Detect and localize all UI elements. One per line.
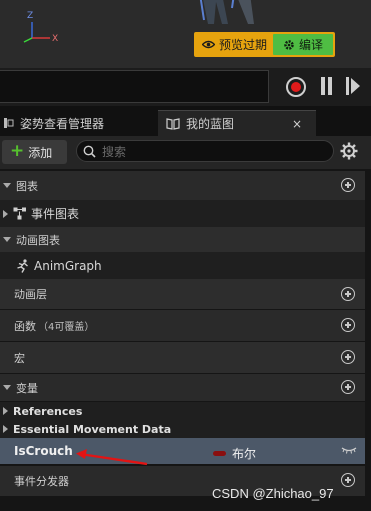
record-button[interactable] [286, 77, 306, 97]
category-anim-graphs[interactable]: 动画图表 [0, 227, 365, 252]
category-variables[interactable]: 变量 [0, 374, 365, 401]
animation-viewport[interactable]: Z X 预览过期 编译 [0, 0, 371, 68]
eye-closed-icon[interactable] [341, 446, 357, 454]
eye-icon [202, 40, 215, 49]
tab-my-blueprint-label: 我的蓝图 [186, 117, 235, 131]
category-functions-label: 函数 [14, 319, 36, 333]
watermark: CSDN @Zhichao_97 [212, 486, 334, 501]
tab-pose-manager[interactable]: 姿势查看管理器 [0, 110, 156, 136]
collapse-arrow-icon[interactable] [3, 183, 11, 188]
expand-arrow-icon[interactable] [3, 407, 8, 415]
character-preview [199, 0, 254, 24]
axis-z-label: Z [27, 11, 33, 21]
collapse-arrow-icon[interactable] [3, 385, 11, 390]
category-graphs-label: 图表 [16, 179, 38, 193]
category-graphs[interactable]: 图表 [0, 171, 365, 200]
anim-graph-label: AnimGraph [34, 258, 102, 273]
close-icon[interactable]: × [292, 117, 302, 131]
transport-bar [0, 68, 371, 106]
essential-movement-label: Essential Movement Data [13, 422, 172, 436]
list-item-event-graph[interactable]: 事件图表 [0, 200, 365, 227]
category-macros-label: 宏 [14, 351, 25, 365]
list-item-anim-graph[interactable]: AnimGraph [0, 252, 365, 279]
axis-gizmo-icon: Z X [23, 11, 58, 44]
plus-icon: + [10, 140, 25, 161]
add-graph-icon[interactable] [341, 178, 355, 192]
expand-arrow-icon[interactable] [3, 425, 8, 433]
preview-outdated-button[interactable]: 预览过期 [196, 34, 273, 55]
category-variables-label: 变量 [16, 381, 38, 395]
iscrouch-name: IsCrouch [14, 444, 73, 458]
gear-icon [284, 39, 294, 50]
add-variable-icon[interactable] [341, 380, 355, 394]
axis-x-label: X [52, 34, 58, 44]
blueprint-toolbar: + 添加 搜索 [0, 136, 371, 169]
variable-row-iscrouch[interactable]: IsCrouch 布尔 [0, 438, 365, 464]
settings-gear-icon[interactable] [340, 142, 358, 160]
category-anim-layers[interactable]: 动画层 [0, 279, 365, 309]
running-man-icon [17, 258, 28, 273]
pose-icon [4, 118, 14, 128]
list-item-essential-movement-data[interactable]: Essential Movement Data [0, 420, 365, 438]
category-anim-layers-label: 动画层 [14, 288, 47, 301]
timeline-field[interactable] [0, 70, 269, 103]
category-anim-graphs-label: 动画图表 [16, 233, 60, 247]
pause-button[interactable] [320, 77, 334, 97]
add-event-dispatcher-icon[interactable] [341, 473, 355, 487]
viewport-status-bar: 预览过期 编译 [194, 32, 336, 57]
search-placeholder: 搜索 [102, 144, 127, 159]
bool-pin-icon [213, 451, 226, 456]
variable-type[interactable]: 布尔 [213, 445, 256, 462]
event-graph-label: 事件图表 [31, 207, 80, 221]
book-icon [166, 117, 180, 130]
add-button[interactable]: + 添加 [2, 140, 67, 164]
compile-button[interactable]: 编译 [273, 34, 334, 55]
tab-pose-manager-label: 姿势查看管理器 [20, 116, 105, 131]
category-functions[interactable]: 函数 （4可覆盖） [0, 310, 365, 341]
add-macro-icon[interactable] [341, 350, 355, 364]
iscrouch-type-label: 布尔 [232, 447, 257, 461]
add-anim-layer-icon[interactable] [341, 287, 355, 301]
list-item-references[interactable]: References [0, 402, 365, 420]
category-macros[interactable]: 宏 [0, 342, 365, 373]
compile-label: 编译 [299, 38, 324, 52]
annotation-arrow [76, 449, 148, 466]
collapse-arrow-icon[interactable] [3, 237, 11, 242]
search-input[interactable]: 搜索 [76, 140, 334, 162]
preview-outdated-label: 预览过期 [219, 38, 268, 52]
references-label: References [13, 404, 83, 418]
step-forward-button[interactable] [345, 77, 361, 97]
add-label: 添加 [28, 145, 53, 160]
add-function-icon[interactable] [341, 318, 355, 332]
functions-override-count: （4可覆盖） [38, 322, 95, 333]
search-icon [83, 145, 96, 158]
panel-tabs: 姿势查看管理器 我的蓝图 × [0, 106, 371, 136]
event-graph-icon [13, 207, 26, 220]
category-event-dispatchers-label: 事件分发器 [14, 475, 69, 488]
expand-arrow-icon[interactable] [3, 209, 8, 218]
